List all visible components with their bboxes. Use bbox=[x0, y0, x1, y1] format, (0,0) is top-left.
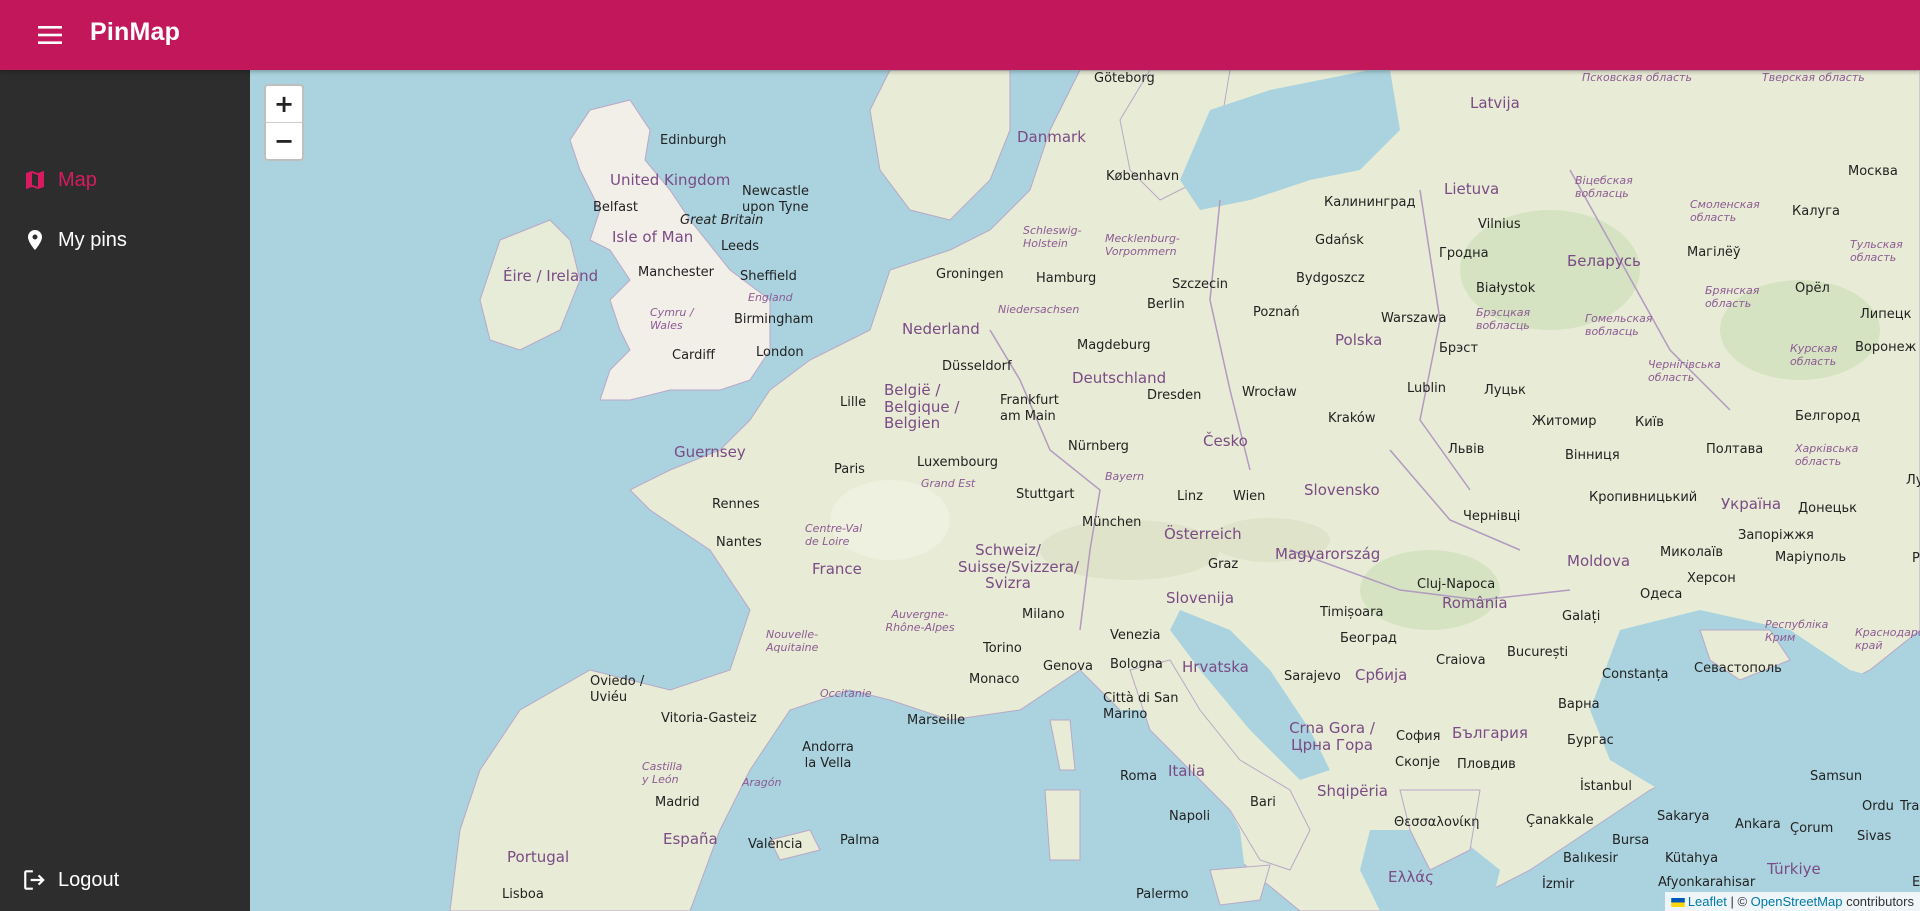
app-title: PinMap bbox=[90, 18, 181, 46]
location-pin-icon bbox=[22, 227, 48, 253]
menu-icon bbox=[38, 26, 62, 44]
sidebar-item-my-pins[interactable]: My pins bbox=[0, 213, 250, 267]
sidebar: Map My pins Logout bbox=[0, 70, 250, 911]
zoom-control: + − bbox=[264, 84, 304, 161]
leaflet-link[interactable]: Leaflet bbox=[1688, 894, 1727, 909]
menu-button[interactable] bbox=[28, 17, 72, 53]
map-tiles bbox=[250, 70, 1920, 911]
openstreetmap-link[interactable]: OpenStreetMap bbox=[1751, 894, 1843, 909]
attribution-suffix: contributors bbox=[1842, 894, 1914, 909]
map-view[interactable]: Göteborg Latvija Псковская область Тверс… bbox=[250, 70, 1920, 911]
logout-icon bbox=[22, 867, 48, 893]
sidebar-item-label: Map bbox=[58, 168, 97, 191]
attribution-separator: | © bbox=[1726, 894, 1751, 909]
sidebar-item-map[interactable]: Map bbox=[0, 153, 250, 207]
logout-button[interactable]: Logout bbox=[0, 853, 250, 907]
map-icon bbox=[22, 167, 48, 193]
zoom-out-button[interactable]: − bbox=[266, 123, 302, 159]
app-bar: PinMap bbox=[0, 0, 1920, 70]
sidebar-item-label: My pins bbox=[58, 228, 127, 251]
map-attribution: Leaflet | © OpenStreetMap contributors bbox=[1664, 892, 1920, 911]
sidebar-item-label: Logout bbox=[58, 868, 120, 891]
ukraine-flag-icon bbox=[1671, 898, 1685, 908]
zoom-in-button[interactable]: + bbox=[266, 86, 302, 123]
